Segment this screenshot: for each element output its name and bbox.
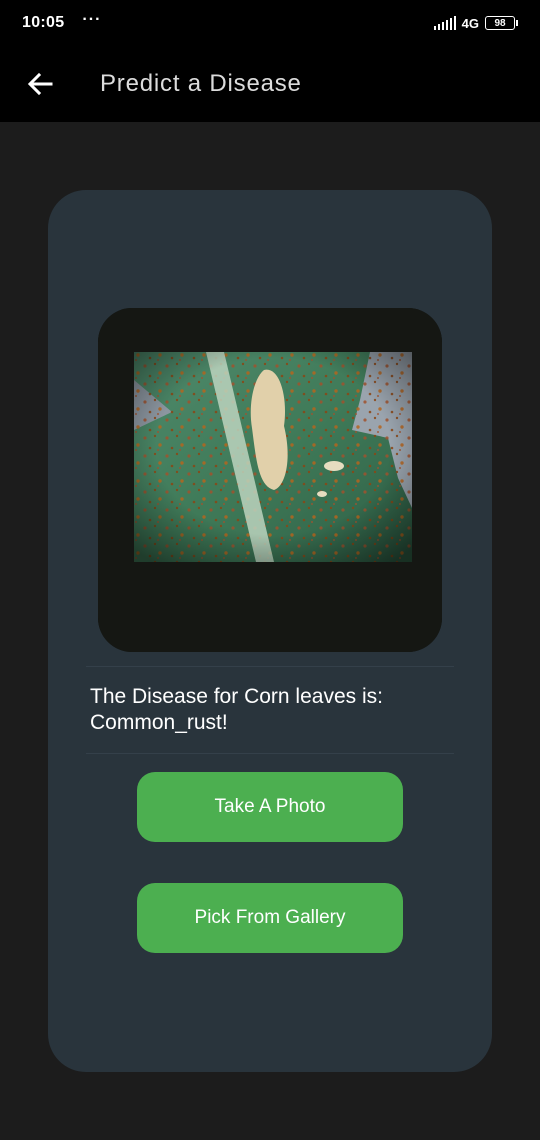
network-type: 4G xyxy=(461,15,479,31)
image-preview xyxy=(98,308,442,652)
prediction-card: The Disease for Corn leaves is: Common_r… xyxy=(48,190,492,1072)
status-time: 10:05 xyxy=(22,14,65,31)
divider xyxy=(86,666,454,667)
notification-dots-icon: ··· xyxy=(82,11,102,28)
take-photo-button[interactable]: Take A Photo xyxy=(137,772,403,842)
battery-icon: 98 xyxy=(485,16,518,30)
signal-strength-icon xyxy=(433,16,456,30)
app-bar: Predict a Disease xyxy=(0,46,540,122)
corn-leaf-photo xyxy=(98,308,442,652)
arrow-left-icon xyxy=(27,72,53,96)
page-title: Predict a Disease xyxy=(100,70,302,97)
pick-from-gallery-button[interactable]: Pick From Gallery xyxy=(137,883,403,953)
battery-level: 98 xyxy=(485,16,515,30)
divider xyxy=(86,753,454,754)
status-bar: 10:05 ··· 4G 98 xyxy=(0,0,540,46)
back-button[interactable] xyxy=(20,64,60,104)
prediction-result: The Disease for Corn leaves is: Common_r… xyxy=(90,685,383,734)
